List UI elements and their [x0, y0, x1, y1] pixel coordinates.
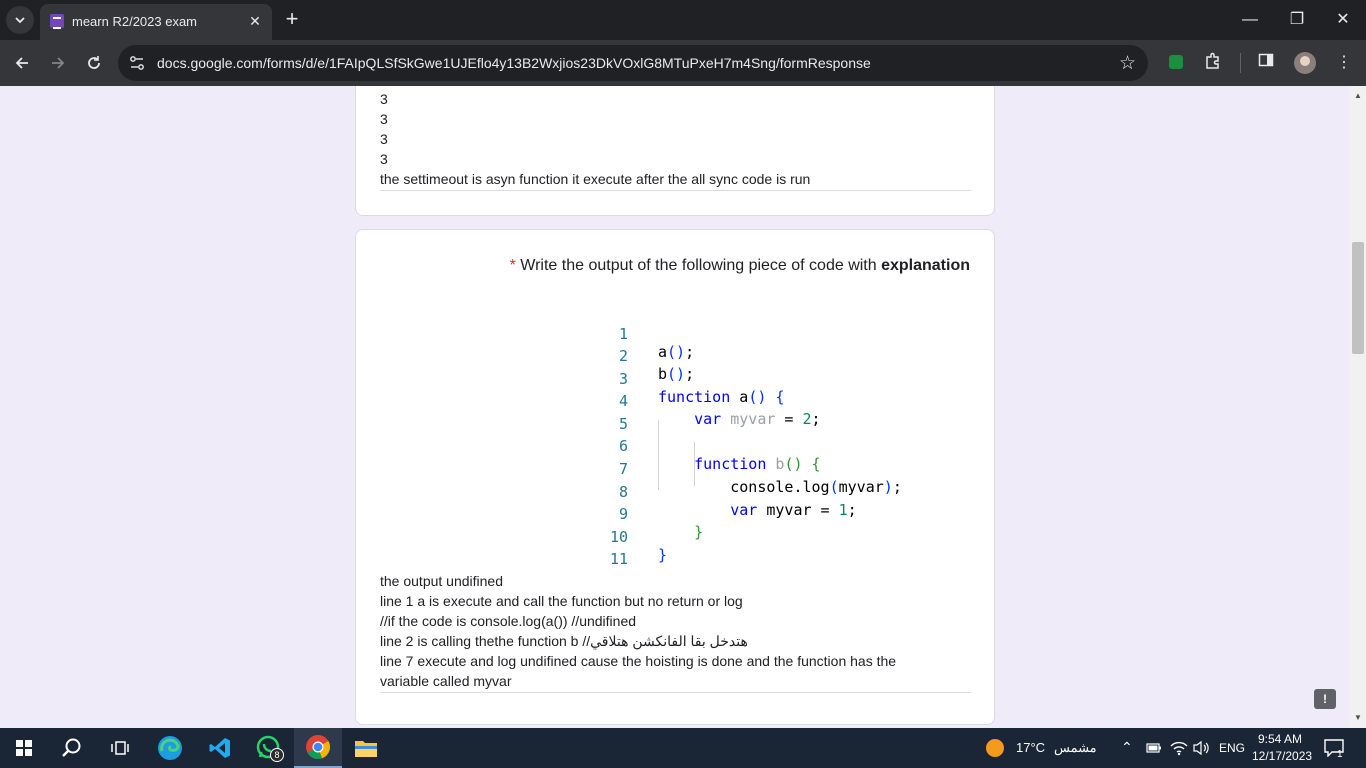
page-scrollbar[interactable]: ▲ ▼	[1350, 86, 1366, 728]
wifi-icon[interactable]	[1170, 740, 1188, 756]
windows-taskbar: 8 17°C مشمس ⌃ ENG 9:54 AM 12/17/2023 1	[0, 728, 1366, 768]
minimize-button[interactable]: —	[1238, 8, 1262, 32]
code-line: 11	[606, 532, 678, 568]
code-line: 4 var myvar = 2;	[606, 374, 821, 428]
code-text: function b() {	[694, 455, 821, 473]
whatsapp-taskbar-button[interactable]: 8	[244, 728, 292, 768]
code-text: var myvar = 1;	[730, 501, 857, 519]
answer-line[interactable]: line 7 execute and log undifined cause t…	[380, 653, 896, 669]
browser-tab[interactable]: mearn R2/2023 exam ✕	[40, 4, 272, 40]
extension-icon[interactable]	[1169, 55, 1183, 69]
restore-button[interactable]: ❐	[1285, 8, 1309, 32]
question-title: * Write the output of the following piec…	[510, 257, 970, 275]
chrome-icon	[306, 735, 330, 759]
browser-toolbar: docs.google.com/forms/d/e/1FAIpQLSfSkGwe…	[0, 40, 1366, 86]
menu-kebab-icon[interactable]: ⋮	[1333, 52, 1355, 74]
clock-date[interactable]: 12/17/2023	[1252, 749, 1312, 763]
search-icon	[62, 738, 81, 757]
code-text: console.log(myvar);	[658, 478, 902, 496]
tab-title: mearn R2/2023 exam	[72, 14, 198, 29]
chevron-up-icon[interactable]: ⌃	[1121, 739, 1133, 756]
folder-icon	[355, 741, 377, 757]
new-tab-button[interactable]: +	[280, 8, 304, 32]
reload-icon	[88, 56, 100, 69]
task-view-button[interactable]	[96, 728, 144, 768]
bookmark-star-icon[interactable]: ☆	[1119, 52, 1136, 75]
scroll-down-arrow-icon[interactable]: ▼	[1350, 710, 1366, 726]
answer-line: 3	[380, 151, 388, 167]
question-card-previous: 3 3 3 3 the settimeout is asyn function …	[355, 86, 995, 216]
answer-line[interactable]: //if the code is console.log(a()) //undi…	[380, 613, 636, 629]
profile-avatar[interactable]	[1294, 52, 1316, 74]
code-line: 1 a();	[606, 307, 694, 361]
google-forms-icon	[50, 14, 64, 29]
answer-line: 3	[380, 91, 388, 107]
report-feedback-button[interactable]: !	[1314, 689, 1336, 709]
code-line: 5	[606, 397, 678, 433]
code-line: 6 function b() {	[606, 419, 821, 473]
windows-start-icon[interactable]	[16, 740, 32, 756]
toolbar-divider	[1240, 53, 1241, 73]
site-settings-icon[interactable]	[128, 54, 146, 72]
language-indicator[interactable]: ENG	[1219, 741, 1245, 755]
url-text: docs.google.com/forms/d/e/1FAIpQLSfSkGwe…	[157, 55, 871, 71]
chrome-taskbar-button[interactable]	[294, 728, 342, 768]
code-line: 9 }	[606, 487, 703, 541]
answer-line[interactable]: line 2 is calling thethe function b //هت…	[380, 633, 748, 650]
vscode-taskbar-button[interactable]	[196, 728, 244, 768]
weather-sun-icon[interactable]	[986, 739, 1004, 757]
edge-icon	[158, 736, 182, 760]
address-bar[interactable]: docs.google.com/forms/d/e/1FAIpQLSfSkGwe…	[118, 45, 1148, 81]
vscode-icon	[209, 738, 230, 758]
line-number: 11	[609, 550, 628, 568]
back-arrow-icon	[15, 57, 28, 69]
code-line: 3 function a() {	[606, 352, 784, 406]
answer-line: 3	[380, 131, 388, 147]
answer-line[interactable]: variable called myvar	[380, 673, 512, 689]
panel-icon	[1258, 53, 1274, 67]
scroll-up-arrow-icon[interactable]: ▲	[1350, 88, 1366, 104]
code-line: 8 var myvar = 1;	[606, 465, 857, 519]
close-window-button[interactable]: ✕	[1331, 8, 1355, 32]
question-card: * Write the output of the following piec…	[355, 229, 995, 725]
code-text: var myvar = 2;	[694, 410, 821, 428]
task-view-icon	[111, 741, 129, 755]
answer-line: 3	[380, 111, 388, 127]
puzzle-icon	[1206, 52, 1219, 69]
title-bar: mearn R2/2023 exam ✕ + — ❐ ✕	[0, 0, 1366, 40]
volume-icon[interactable]	[1192, 740, 1210, 756]
form-page: 3 3 3 3 the settimeout is asyn function …	[0, 86, 1350, 728]
answer-line[interactable]: the output undifined	[380, 573, 503, 589]
chevron-down-icon	[15, 17, 25, 24]
weather-condition[interactable]: مشمس	[1054, 740, 1097, 756]
code-line: 2 b();	[606, 329, 694, 383]
side-panel-icon[interactable]	[1255, 52, 1277, 74]
extensions-puzzle-icon[interactable]	[1202, 52, 1224, 74]
code-line: 10 }	[606, 510, 678, 564]
question-bold-text: explanation	[881, 257, 970, 274]
forward-arrow-icon	[52, 57, 65, 69]
answer-line: the settimeout is asyn function it execu…	[380, 171, 811, 187]
forward-button[interactable]	[44, 49, 72, 77]
temperature[interactable]: 17°C	[1016, 740, 1045, 755]
tab-close-button[interactable]: ✕	[246, 12, 264, 30]
notification-count: 1	[1337, 749, 1343, 760]
whatsapp-badge: 8	[270, 748, 284, 762]
battery-icon[interactable]	[1146, 742, 1162, 754]
file-explorer-taskbar-button[interactable]	[342, 728, 390, 768]
code-image: 1 a(); 2 b(); 3 function a() { 4 var myv…	[606, 307, 926, 568]
answer-underline	[380, 692, 971, 693]
reload-button[interactable]	[80, 49, 108, 77]
tab-search-button[interactable]	[6, 6, 34, 34]
question-text: Write the output of the following piece …	[515, 257, 882, 274]
code-line: 7 console.log(myvar);	[606, 442, 902, 496]
edge-taskbar-button[interactable]	[146, 728, 194, 768]
clock-time[interactable]: 9:54 AM	[1258, 732, 1302, 746]
search-taskbar-button[interactable]	[48, 728, 96, 768]
scrollbar-thumb[interactable]	[1352, 242, 1364, 354]
back-button[interactable]	[8, 49, 36, 77]
answer-line[interactable]: line 1 a is execute and call the functio…	[380, 593, 743, 609]
answer-underline	[380, 190, 971, 191]
